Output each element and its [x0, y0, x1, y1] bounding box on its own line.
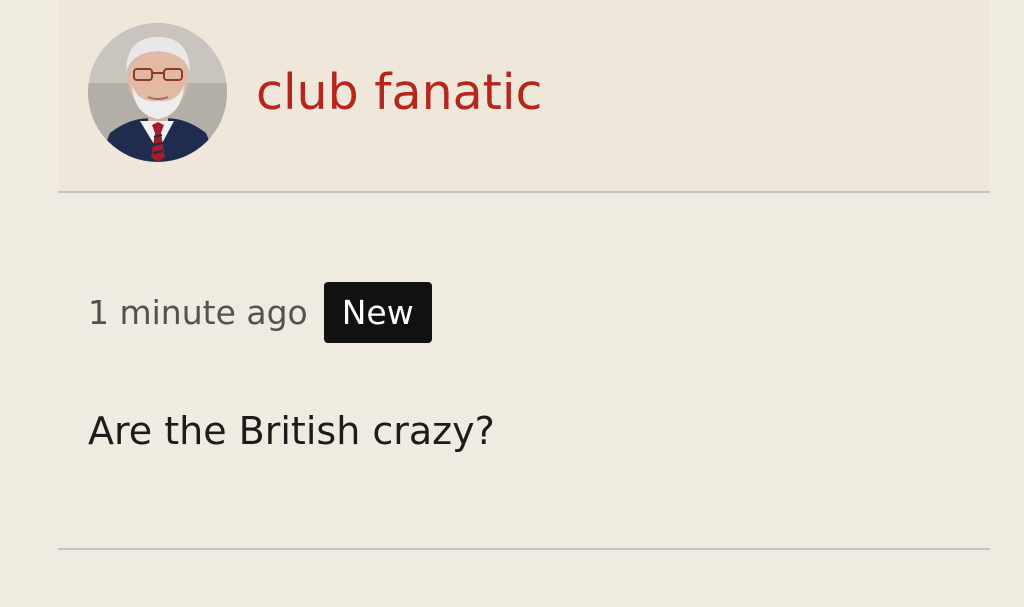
new-badge: New — [323, 282, 432, 343]
post-header: club fanatic — [58, 0, 990, 193]
avatar[interactable] — [88, 23, 227, 162]
post-timestamp: 1 minute ago — [88, 293, 308, 332]
divider — [58, 548, 990, 550]
comment-post: club fanatic 1 minute ago New Are the Br… — [58, 0, 990, 607]
author-name-link[interactable]: club fanatic — [256, 58, 542, 128]
post-body-text: Are the British crazy? — [88, 409, 495, 453]
post-meta: 1 minute ago New — [88, 282, 432, 343]
user-avatar-photo-icon — [88, 23, 227, 162]
